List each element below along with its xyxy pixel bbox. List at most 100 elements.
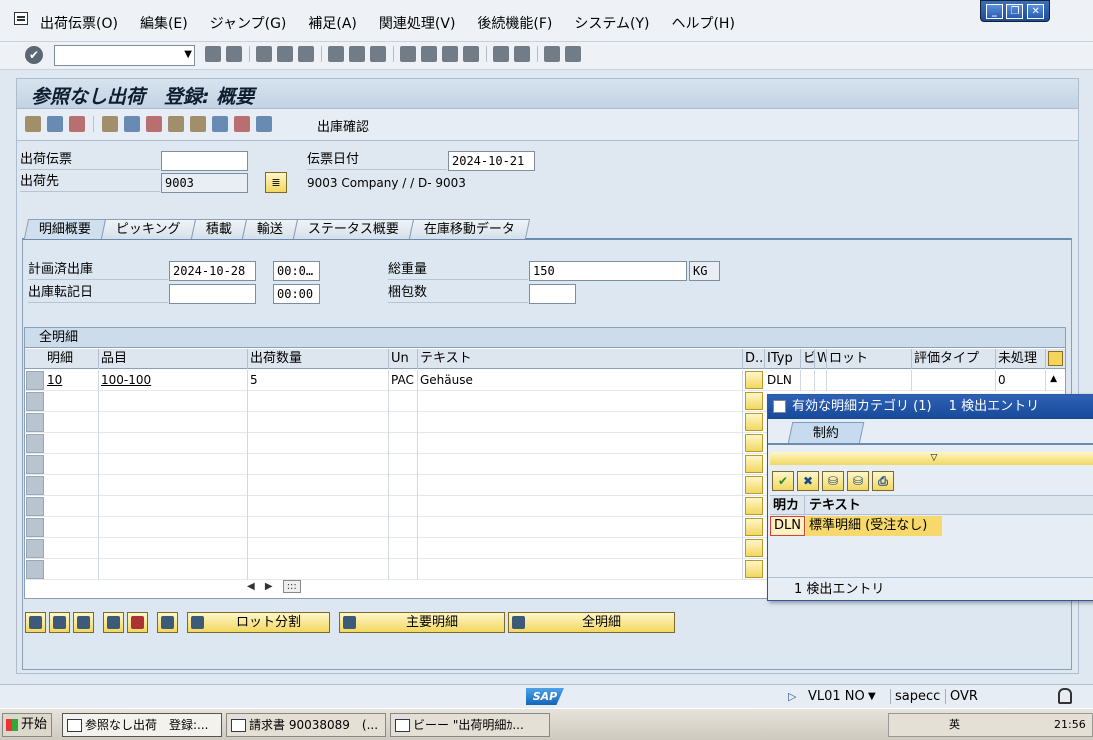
cell-item[interactable] [45,517,99,538]
row-selector[interactable] [26,497,44,516]
cell-material[interactable] [99,391,248,412]
cell-quantity[interactable] [248,517,389,538]
menu-environment[interactable]: 関連処理(V) [379,13,456,33]
row-selector[interactable] [26,518,44,537]
cell-unit[interactable] [389,538,418,559]
start-button[interactable]: 开始 [2,713,52,737]
cell-unit[interactable] [389,391,418,412]
menu-help[interactable]: ヘルプ(H) [671,13,734,33]
restore-button[interactable]: ❐ [1006,3,1024,19]
find-next-icon[interactable]: ⛁ [847,471,869,491]
scroll-left-icon[interactable]: ◀ [247,581,255,592]
back-icon[interactable] [256,46,272,62]
header-icon[interactable] [102,116,118,132]
shortcut-icon[interactable] [514,46,530,62]
category-key[interactable]: DLN [770,516,805,536]
post-goods-issue-button[interactable]: 出庫確認 [317,116,369,135]
col-valuation-type[interactable]: 評価タイプ [912,349,996,369]
cell-material[interactable] [99,538,248,559]
next-page-icon[interactable] [442,46,458,62]
total-weight-field[interactable]: 150 [529,261,687,281]
exit-icon[interactable] [277,46,293,62]
other-delivery-icon[interactable] [47,116,63,132]
batch-split-button[interactable]: ロット分割 [187,612,330,633]
cell-quantity[interactable] [248,454,389,475]
row-selector[interactable] [26,476,44,495]
minimize-button[interactable]: _ [985,3,1003,19]
col-bi[interactable]: ビ [801,349,815,369]
cancel-icon[interactable]: ✖ [797,471,819,491]
save-icon[interactable] [226,46,242,62]
cell-item[interactable] [45,391,99,412]
cell-item[interactable]: 10 [45,370,99,391]
cell-material[interactable] [99,433,248,454]
row-detail-button[interactable] [745,371,763,389]
horizontal-scrollbar[interactable]: ◀ ▶ ::: [247,578,767,596]
tab-restrictions[interactable]: 制約 [787,422,865,444]
back-arrow-icon[interactable] [205,46,221,62]
cell-w[interactable] [815,370,827,391]
row-selector[interactable] [26,392,44,411]
cell-valuation-type[interactable] [912,370,996,391]
main-items-button[interactable]: 主要明細 [339,612,505,633]
row-detail-button[interactable] [745,539,763,557]
change-icon[interactable] [25,116,41,132]
cell-quantity[interactable] [248,433,389,454]
cell-material[interactable] [99,517,248,538]
category-text[interactable]: 標準明細 (受注なし) [806,516,942,536]
actual-gi-time-field[interactable]: 00:00 [273,284,320,304]
col-batch[interactable]: ロット [827,349,912,369]
scroll-right-icon[interactable]: ▶ [265,581,273,592]
col-item-type[interactable]: ITyp [765,349,801,369]
row-detail-button[interactable] [745,413,763,431]
menu-subsequent[interactable]: 後続機能(F) [477,13,552,33]
system-dropdown-icon[interactable]: ▼ [868,691,876,702]
cell-text[interactable] [418,559,743,580]
cell-item[interactable] [45,433,99,454]
cell-quantity[interactable]: 5 [248,370,389,391]
cell-material[interactable] [99,412,248,433]
new-session-icon[interactable] [493,46,509,62]
col-text[interactable]: テキスト [418,349,743,369]
menu-delivery[interactable]: 出荷伝票(O) [40,13,118,33]
status-expand-icon[interactable]: ▷ [788,690,796,703]
warehouse-icon[interactable] [234,116,250,132]
batch-icon-button[interactable] [157,612,178,633]
menu-goto[interactable]: ジャンプ(G) [210,13,287,33]
cell-text[interactable] [418,496,743,517]
cell-material[interactable] [99,475,248,496]
col-description[interactable]: テキスト [806,496,861,515]
row-selector[interactable] [26,560,44,579]
delete-icon[interactable] [69,116,85,132]
tab-transport[interactable]: 輸送 [241,219,298,239]
shipment-icon[interactable] [146,116,162,132]
last-page-icon[interactable] [463,46,479,62]
packages-field[interactable] [529,284,576,304]
help-icon[interactable] [544,46,560,62]
cell-item[interactable] [45,454,99,475]
cell-text[interactable] [418,412,743,433]
taskbar-item-viewer[interactable]: ビーー "出荷明細ｶ... [390,713,550,737]
cell-text[interactable] [418,475,743,496]
menu-extras[interactable]: 補足(A) [308,13,357,33]
col-d[interactable]: D.. [743,349,765,369]
taskbar-item-invoice[interactable]: 請求書 90038089 (... [226,713,386,737]
close-button[interactable]: ✕ [1027,3,1045,19]
cell-item[interactable] [45,538,99,559]
cell-item-type[interactable]: DLN [765,370,801,391]
enter-icon[interactable]: ✔ [25,46,43,64]
cell-unit[interactable] [389,475,418,496]
row-detail-button[interactable] [745,455,763,473]
cell-quantity[interactable] [248,538,389,559]
weight-unit-field[interactable]: KG [689,261,720,281]
cell-quantity[interactable] [248,496,389,517]
row-detail-button[interactable] [745,476,763,494]
cell-quantity[interactable] [248,391,389,412]
cell-material[interactable] [99,559,248,580]
filter-bar[interactable]: ▽ [770,452,1093,465]
continue-icon[interactable]: ✔ [772,471,794,491]
delivery-field[interactable] [161,151,248,171]
cell-unit[interactable] [389,559,418,580]
find-icon[interactable]: ⛁ [822,471,844,491]
all-items-button[interactable]: 全明細 [508,612,675,633]
